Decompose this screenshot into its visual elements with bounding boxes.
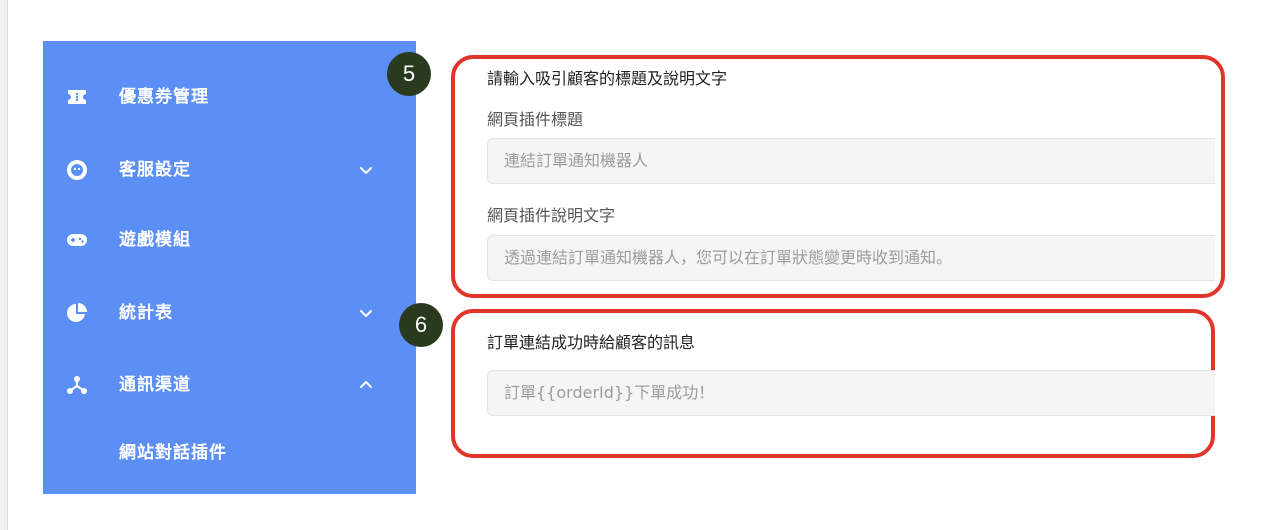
sidebar-item-game-modules[interactable]: 遊戲模組 [43, 220, 416, 260]
ticket-icon [65, 85, 89, 109]
widget-title-label: 網頁插件標題 [487, 110, 584, 129]
widget-description-input[interactable]: 透過連結訂單通知機器人，您可以在訂單狀態變更時收到通知。 [487, 235, 1215, 281]
window-edge [0, 0, 8, 530]
sidebar-item-label: 客服設定 [119, 160, 191, 180]
sidebar-subitem-web-chat-widget[interactable]: 網站對話插件 [43, 433, 416, 473]
sidebar-item-channels[interactable]: 通訊渠道 [43, 365, 416, 405]
sidebar-item-statistics[interactable]: 統計表 [43, 293, 416, 333]
widget-description-label: 網頁插件說明文字 [487, 206, 616, 225]
sidebar-item-label: 統計表 [119, 303, 173, 323]
support-agent-icon [65, 158, 89, 182]
sidebar-item-label: 通訊渠道 [119, 375, 191, 395]
sidebar-item-label: 優惠券管理 [119, 87, 209, 107]
gamepad-icon [65, 228, 89, 252]
channel-hub-icon [65, 373, 89, 397]
sidebar-item-coupons[interactable]: 優惠券管理 [43, 77, 416, 117]
chevron-down-icon[interactable] [356, 303, 376, 323]
section-title: 請輸入吸引顧客的標題及說明文字 [487, 69, 728, 88]
widget-title-input[interactable]: 連結訂單通知機器人 [487, 138, 1215, 184]
sidebar: 優惠券管理 客服設定 遊戲模組 統計表 通訊渠道 網站對話插件 [43, 41, 416, 494]
step-badge-5: 5 [387, 52, 431, 96]
success-message-input[interactable]: 訂單{{orderId}}下單成功！ [487, 370, 1215, 416]
chevron-down-icon[interactable] [356, 160, 376, 180]
sidebar-subitem-label: 網站對話插件 [119, 443, 227, 463]
sidebar-item-label: 遊戲模組 [119, 230, 191, 250]
sidebar-item-support-settings[interactable]: 客服設定 [43, 150, 416, 190]
section-title: 訂單連結成功時給顧客的訊息 [487, 333, 696, 352]
step-badge-6: 6 [399, 303, 443, 347]
pie-chart-icon [65, 301, 89, 325]
chevron-up-icon[interactable] [356, 375, 376, 395]
